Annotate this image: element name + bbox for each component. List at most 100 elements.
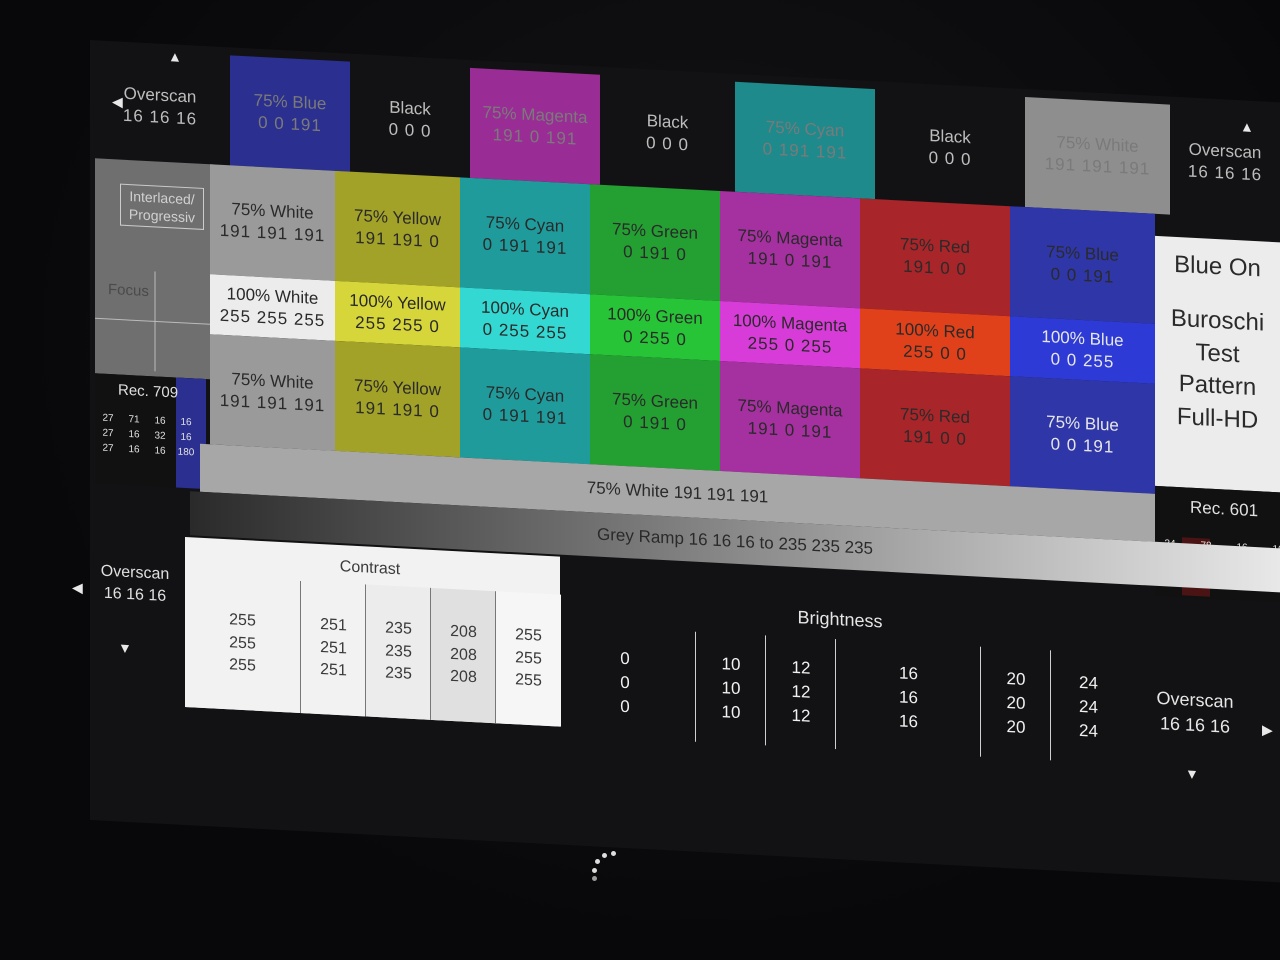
bar-75-bottom-4-value: 191 0 191 — [747, 418, 833, 442]
contrast-value: 255 — [229, 611, 256, 631]
contrast-col-3: 208 208 208 — [430, 587, 496, 724]
bar-100-5-value: 255 0 0 — [903, 341, 967, 364]
brightness-value: 12 — [791, 658, 811, 679]
contrast-value: 235 — [385, 619, 412, 639]
brightness-value: 24 — [1079, 696, 1098, 717]
brightness-value: 0 — [620, 696, 630, 717]
up-arrow-icon-right: ▲ — [1240, 118, 1254, 135]
bar-75-bottom-3: 75% Green 0 191 0 — [590, 354, 720, 472]
loading-spinner-icon — [590, 848, 624, 882]
bar-100-1: 100% Yellow 255 255 0 — [335, 280, 460, 348]
rec709-label: Rec. 709 — [118, 381, 179, 402]
bar-75-bottom-6: 75% Blue 0 0 191 — [1010, 376, 1155, 494]
down-arrow-icon: ▼ — [118, 639, 132, 657]
brightness-col-1: 10 10 10 — [695, 631, 766, 746]
top-swatch-2-label: Black — [389, 97, 431, 119]
brightness-col-5: 24 24 24 — [1050, 650, 1126, 765]
brightness-value: 16 — [899, 687, 918, 708]
bar-100-2: 100% Cyan 0 255 255 — [460, 287, 590, 355]
top-swatch-4-label: Black — [646, 111, 689, 133]
bar-100-0: 100% White 255 255 255 — [210, 274, 335, 341]
top-swatch-7-value: 191 191 191 — [1044, 154, 1151, 179]
top-swatch-6: Black 0 0 0 — [875, 89, 1025, 208]
bar-75-bottom-4: 75% Magenta 191 0 191 — [720, 361, 860, 479]
bar-100-0-value: 255 255 255 — [219, 305, 326, 331]
bar-75-top-6: 75% Blue 0 0 191 — [1010, 206, 1155, 324]
rec709-value: 27 — [102, 442, 114, 455]
brightness-value: 10 — [721, 701, 741, 722]
photo-background: Overscan 16 16 16 75% Blue 0 0 191 Black 0 0 … — [0, 0, 1280, 960]
interlaced-label: Interlaced/ Progressiv — [120, 183, 204, 231]
rec601-label: Rec. 601 — [1190, 497, 1259, 521]
bar-100-3-label: 100% Green — [607, 304, 703, 329]
rec709-value: 16 — [128, 429, 140, 441]
bar-100-2-value: 0 255 255 — [482, 319, 568, 344]
top-swatch-3: 75% Magenta 191 0 191 — [470, 67, 600, 185]
top-swatch-5: 75% Cyan 0 191 191 — [735, 81, 875, 200]
bar-75-bottom-6-value: 0 0 191 — [1050, 434, 1115, 457]
bar-75-bottom-1: 75% Yellow 191 191 0 — [335, 340, 460, 458]
brightness-value: 0 — [620, 649, 630, 669]
rec709-value: 16 — [180, 431, 192, 444]
contrast-value: 255 — [515, 649, 542, 668]
overscan-right: Overscan 16 16 16 — [1135, 685, 1255, 742]
right-info-line: Buroschi — [1170, 305, 1265, 337]
rec709-value: 16 — [154, 415, 166, 427]
bar-100-4-value: 255 0 255 — [747, 333, 833, 357]
brightness-value: 20 — [1006, 669, 1026, 690]
rec709-value: 71 — [128, 414, 140, 426]
bar-75-top-3-value: 0 191 0 — [623, 241, 687, 265]
top-swatch-7: 75% White 191 191 191 — [1025, 97, 1170, 215]
bar-100-4: 100% Magenta 255 0 255 — [720, 301, 860, 369]
brightness-col-2: 12 12 12 — [765, 635, 836, 750]
down-arrow-icon-right: ▼ — [1185, 765, 1199, 783]
top-swatch-4: Black 0 0 0 — [600, 74, 735, 192]
brightness-value: 24 — [1079, 720, 1098, 741]
bar-75-top-5-value: 191 0 0 — [903, 256, 967, 279]
contrast-value: 251 — [320, 638, 347, 658]
brightness-col-0: 0 0 0 — [580, 626, 670, 741]
bar-75-top-6-value: 0 0 191 — [1050, 264, 1115, 287]
top-swatch-2: Black 0 0 0 — [350, 61, 470, 178]
bar-100-5: 100% Red 255 0 0 — [860, 308, 1010, 377]
bar-100-6-value: 0 0 255 — [1050, 349, 1115, 372]
rec709-value: 16 — [180, 416, 192, 429]
top-swatch-0-value: 16 16 16 — [122, 105, 198, 129]
brightness-value: 0 — [620, 672, 630, 693]
bar-75-top-4-value: 191 0 191 — [747, 248, 833, 272]
top-swatch-6-label: Black — [929, 125, 971, 148]
bar-75-bottom-2-value: 0 191 191 — [482, 404, 568, 429]
top-swatch-0: Overscan 16 16 16 — [90, 48, 230, 166]
bar-75-bottom-0: 75% White 191 191 191 — [210, 334, 335, 451]
contrast-value: 255 — [229, 656, 256, 675]
top-swatch-6-value: 0 0 0 — [928, 147, 972, 170]
bar-100-3-value: 0 255 0 — [623, 326, 687, 350]
rec709-col-0: 27 27 27 — [98, 410, 118, 456]
rec709-value: 27 — [102, 412, 114, 425]
bar-75-bottom-1-value: 191 191 0 — [355, 397, 440, 422]
left-arrow-icon: ◀ — [112, 93, 123, 110]
contrast-value: 255 — [515, 626, 542, 646]
overscan-left-text: 16 16 16 — [103, 585, 167, 606]
contrast-value: 235 — [385, 642, 412, 661]
bar-75-bottom-5: 75% Red 191 0 0 — [860, 368, 1010, 487]
brightness-value: 20 — [1006, 693, 1026, 714]
overscan-right-text: 16 16 16 — [1159, 713, 1231, 737]
rec709-col-2: 16 32 16 — [150, 413, 170, 459]
brightness-value: 24 — [1079, 673, 1098, 694]
rec709-value: 180 — [177, 446, 195, 459]
brightness-value: 12 — [791, 681, 811, 702]
brightness-col-3: 16 16 16 — [835, 639, 981, 757]
brightness-value: 10 — [721, 678, 741, 699]
brightness-value: 16 — [899, 663, 918, 684]
bar-75-top-3: 75% Green 0 191 0 — [590, 184, 720, 302]
bar-100-6: 100% Blue 0 0 255 — [1010, 316, 1155, 384]
top-swatch-8: Overscan 16 16 16 — [1170, 104, 1280, 221]
right-arrow-icon: ▶ — [1262, 721, 1273, 738]
rec709-value: 27 — [102, 427, 114, 440]
bar-75-top-1-value: 191 191 0 — [355, 227, 440, 252]
top-swatch-4-value: 0 0 0 — [646, 133, 689, 155]
contrast-col-2: 235 235 235 — [365, 584, 431, 720]
contrast-value: 208 — [450, 645, 477, 665]
rec709-value: 32 — [154, 430, 166, 442]
